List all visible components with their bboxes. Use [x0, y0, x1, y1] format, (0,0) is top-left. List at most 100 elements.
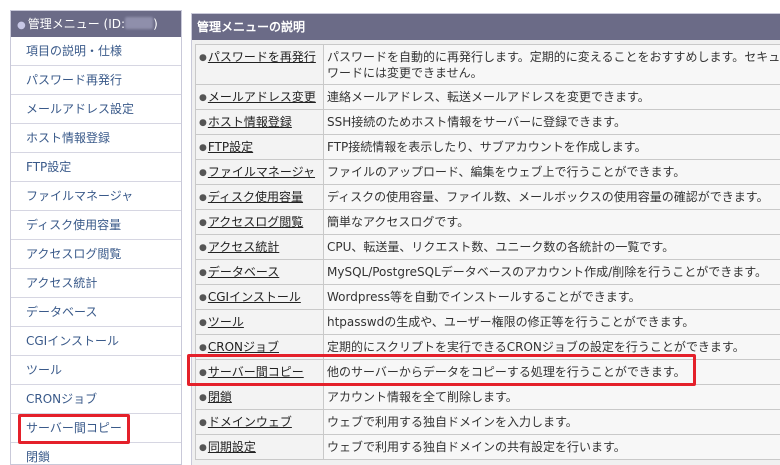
menu-name-cell: ●データベース	[195, 259, 324, 285]
menu-name-cell: ●ホスト情報登録	[195, 109, 324, 135]
admin-menu-sidebar: ● 管理メニュー (ID:) 項目の説明・仕様 パスワード再発行 メールアドレス設定ホ…	[10, 10, 182, 465]
menu-description-cell: ウェブで利用する独自ドメインの共有設定を行います。	[323, 434, 780, 460]
sidebar-list: 項目の説明・仕様 パスワード再発行 メールアドレス設定 ホスト情報登録 FTP設定 ファイ…	[11, 37, 181, 464]
bullet-icon: ●	[199, 193, 207, 203]
menu-description-cell: ディスクの使用容量、ファイル数、メールボックスの使用容量の確認ができます。	[323, 184, 780, 210]
panel-header: 管理メニューの説明	[192, 14, 780, 40]
menu-name-cell: ●CGIインストール	[195, 284, 324, 310]
redacted-id	[125, 17, 154, 29]
table-row: ●ドメインウェブ ウェブで利用する独自ドメインを入力します。	[195, 409, 780, 435]
menu-description-cell: 定期的にスクリプトを実行できるCRONジョブの設定を行うことができます。	[323, 334, 780, 360]
menu-name-cell: ●閉鎖	[195, 384, 324, 410]
sidebar-item[interactable]: アクセスログ閲覧	[11, 240, 181, 269]
table-row: ●FTP設定 FTP接続情報を表示したり、サブアカウントを作成します。	[195, 134, 780, 160]
menu-name-cell: ●アクセスログ閲覧	[195, 209, 324, 235]
menu-description-cell: CPU、転送量、リクエスト数、ユニーク数の各統計の一覧です。	[323, 234, 780, 260]
bullet-icon: ●	[199, 93, 207, 103]
menu-link[interactable]: ディスク使用容量	[208, 190, 303, 204]
menu-link[interactable]: ドメインウェブ	[208, 415, 292, 429]
sidebar-item[interactable]: 項目の説明・仕様	[11, 37, 181, 66]
menu-link[interactable]: アクセス統計	[208, 240, 279, 254]
sidebar-item[interactable]: アクセス統計	[11, 269, 181, 298]
table-row: ●ホスト情報登録 SSH接続のためホスト情報をサーバーに登録できます。	[195, 109, 780, 135]
sidebar-item[interactable]: ツール	[11, 356, 181, 385]
menu-description-cell: 連絡メールアドレス、転送メールアドレスを変更できます。	[323, 84, 780, 110]
menu-name-cell: ●サーバー間コピー	[195, 359, 324, 385]
sidebar-item[interactable]: ファイルマネージャ	[11, 182, 181, 211]
sidebar-header: ● 管理メニュー (ID:)	[11, 11, 181, 37]
menu-link[interactable]: アクセスログ閲覧	[208, 215, 303, 229]
menu-name-cell: ●パスワードを再発行	[195, 44, 324, 85]
table-row: ●ファイルマネージャ ファイルのアップロード、編集をウェブ上で行うことができます。	[195, 159, 780, 185]
bullet-icon: ●	[199, 418, 207, 428]
table-row: ●同期設定 ウェブで利用する独自ドメインの共有設定を行います。	[195, 434, 780, 460]
menu-link[interactable]: ホスト情報登録	[208, 115, 292, 129]
bullet-icon: ●	[199, 118, 207, 128]
menu-name-cell: ●ドメインウェブ	[195, 409, 324, 435]
menu-name-cell: ●FTP設定	[195, 134, 324, 160]
table-row: ●CRONジョブ 定期的にスクリプトを実行できるCRONジョブの設定を行うことがで…	[195, 334, 780, 360]
menu-description-cell: 他のサーバーからデータをコピーする処理を行うことができます。	[323, 359, 780, 385]
sidebar-header-close: )	[153, 17, 158, 31]
table-row: ●アクセス統計 CPU、転送量、リクエスト数、ユニーク数の各統計の一覧です。	[195, 234, 780, 260]
sidebar-item[interactable]: パスワード再発行	[11, 66, 181, 95]
menu-link[interactable]: サーバー間コピー	[208, 365, 304, 379]
menu-description-cell: FTP接続情報を表示したり、サブアカウントを作成します。	[323, 134, 780, 160]
sidebar-header-title: 管理メニュー (ID:	[27, 17, 126, 31]
bullet-icon: ●	[199, 168, 207, 178]
menu-name-cell: ●ツール	[195, 309, 324, 335]
sidebar-item[interactable]: CRONジョブ	[11, 385, 181, 414]
menu-link[interactable]: CRONジョブ	[208, 340, 279, 354]
menu-description-cell: ファイルのアップロード、編集をウェブ上で行うことができます。	[323, 159, 780, 185]
menu-description-cell: アカウント情報を全て削除します。	[323, 384, 780, 410]
menu-description-cell: htpasswdの生成や、ユーザー権限の修正等を行うことができます。	[323, 309, 780, 335]
bullet-icon: ●	[199, 268, 207, 278]
menu-description-cell: パスワードを自動的に再発行します。定期的に変えることをおすすめします。セキュ ワ…	[323, 44, 780, 85]
sidebar-item[interactable]: CGIインストール	[11, 327, 181, 356]
menu-description-cell: Wordpress等を自動でインストールすることができます。	[323, 284, 780, 310]
bullet-icon: ●	[199, 218, 207, 228]
menu-link[interactable]: メールアドレス変更	[208, 90, 316, 104]
menu-link[interactable]: CGIインストール	[208, 290, 301, 304]
menu-name-cell: ●ファイルマネージャ	[195, 159, 324, 185]
table-row: ●アクセスログ閲覧 簡単なアクセスログです。	[195, 209, 780, 235]
bullet-icon: ●	[199, 393, 207, 403]
menu-name-cell: ●CRONジョブ	[195, 334, 324, 360]
menu-link[interactable]: パスワードを再発行	[208, 50, 316, 64]
sidebar-item[interactable]: サーバー間コピー	[11, 414, 181, 443]
sidebar-item[interactable]: データベース	[11, 298, 181, 327]
sidebar-item[interactable]: FTP設定	[11, 153, 181, 182]
table-row: ●サーバー間コピー 他のサーバーからデータをコピーする処理を行うことができます。	[195, 359, 780, 385]
menu-description-table: ●パスワードを再発行 パスワードを自動的に再発行します。定期的に変えることをおすす…	[195, 44, 780, 460]
menu-link[interactable]: ツール	[208, 315, 244, 329]
menu-link[interactable]: ファイルマネージャ	[208, 165, 315, 179]
menu-description-cell: ウェブで利用する独自ドメインを入力します。	[323, 409, 780, 435]
menu-description-cell: MySQL/PostgreSQLデータベースのアカウント作成/削除を行うことがで…	[323, 259, 780, 285]
sidebar-item[interactable]: ホスト情報登録	[11, 124, 181, 153]
menu-name-cell: ●ディスク使用容量	[195, 184, 324, 210]
bullet-icon: ●	[199, 293, 207, 303]
table-row: ●メールアドレス変更 連絡メールアドレス、転送メールアドレスを変更できます。	[195, 84, 780, 110]
sidebar-item[interactable]: メールアドレス設定	[11, 95, 181, 124]
table-row: ●閉鎖 アカウント情報を全て削除します。	[195, 384, 780, 410]
menu-description-panel: 管理メニューの説明 ●パスワードを再発行 パスワードを自動的に再発行します。定期的…	[191, 13, 780, 465]
table-row: ●ディスク使用容量 ディスクの使用容量、ファイル数、メールボックスの使用容量の確認…	[195, 184, 780, 210]
table-row: ●CGIインストール Wordpress等を自動でインストールすることができます。	[195, 284, 780, 310]
bullet-icon: ●	[199, 53, 207, 63]
menu-name-cell: ●同期設定	[195, 434, 324, 460]
bullet-icon: ●	[199, 443, 207, 453]
bullet-icon: ●	[199, 318, 207, 328]
sidebar-item[interactable]: ディスク使用容量	[11, 211, 181, 240]
sidebar-item[interactable]: 閉鎖	[11, 443, 181, 464]
table-row: ●パスワードを再発行 パスワードを自動的に再発行します。定期的に変えることをおすす…	[195, 44, 780, 85]
table-row: ●データベース MySQL/PostgreSQLデータベースのアカウント作成/削除…	[195, 259, 780, 285]
menu-name-cell: ●アクセス統計	[195, 234, 324, 260]
menu-link[interactable]: FTP設定	[208, 140, 253, 154]
menu-link[interactable]: 閉鎖	[208, 390, 232, 404]
menu-name-cell: ●メールアドレス変更	[195, 84, 324, 110]
bullet-icon: ●	[199, 143, 207, 153]
menu-link[interactable]: データベース	[208, 265, 279, 279]
menu-link[interactable]: 同期設定	[208, 440, 256, 454]
bullet-icon: ●	[199, 368, 207, 378]
bullet-icon: ●	[199, 343, 207, 353]
